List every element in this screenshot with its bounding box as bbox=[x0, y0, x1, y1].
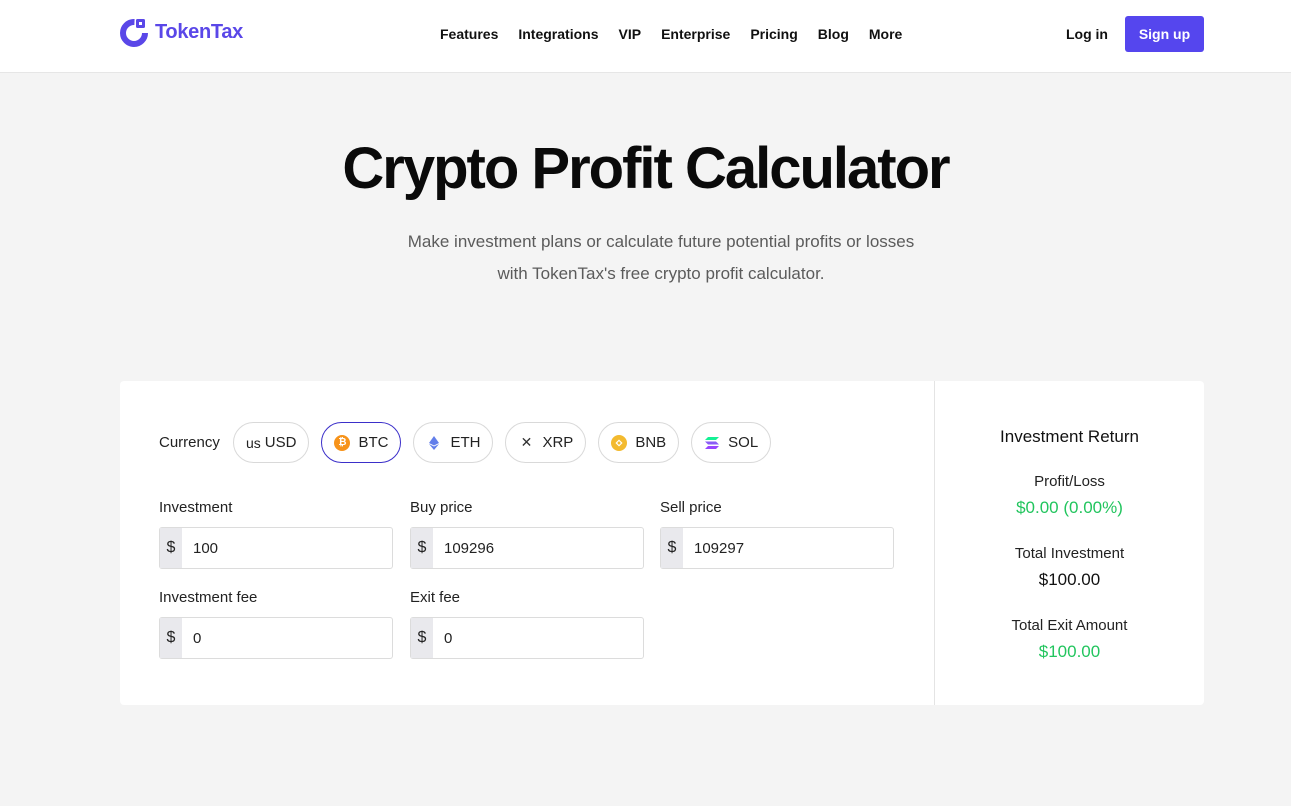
nav-features[interactable]: Features bbox=[440, 26, 498, 42]
currency-chip-eth[interactable]: ETH bbox=[413, 422, 494, 463]
tokentax-logo-icon bbox=[120, 17, 150, 47]
nav-integrations[interactable]: Integrations bbox=[518, 26, 598, 42]
login-link[interactable]: Log in bbox=[1066, 26, 1108, 42]
sell-price-label: Sell price bbox=[660, 499, 722, 516]
total-investment-label: Total Investment bbox=[1014, 545, 1125, 562]
currency-chip-bnb[interactable]: BNB bbox=[598, 422, 680, 463]
investment-field: $ bbox=[159, 527, 393, 569]
main-nav: Features Integrations VIP Enterprise Pri… bbox=[440, 26, 902, 42]
xrp-icon: ✕ bbox=[520, 434, 533, 450]
exit-fee-label: Exit fee bbox=[410, 589, 461, 606]
nav-pricing[interactable]: Pricing bbox=[750, 26, 797, 42]
profit-calculator-card: Currency us USD ₿ BTC ETH ✕ XRP BNB SOL … bbox=[120, 381, 1204, 705]
currency-chip-label: SOL bbox=[728, 434, 759, 451]
exit-fee-field: $ bbox=[410, 617, 644, 659]
investment-label: Investment bbox=[159, 499, 233, 516]
sell-price-field: $ bbox=[660, 527, 894, 569]
investment-return-panel: Investment Return Profit/Loss $0.00 (0.0… bbox=[935, 381, 1204, 705]
currency-chip-label: USD bbox=[264, 434, 297, 451]
currency-chip-xrp[interactable]: ✕ XRP bbox=[505, 422, 587, 463]
brand-name: TokenTax bbox=[155, 20, 243, 43]
buy-price-label: Buy price bbox=[410, 499, 473, 516]
investment-fee-field: $ bbox=[159, 617, 393, 659]
currency-chip-label: XRP bbox=[542, 434, 574, 451]
dollar-prefix: $ bbox=[160, 618, 182, 658]
currency-chip-usd[interactable]: us USD bbox=[233, 422, 310, 463]
nav-more[interactable]: More bbox=[869, 26, 902, 42]
investment-fee-label: Investment fee bbox=[159, 589, 258, 606]
investment-return-title: Investment Return bbox=[1000, 427, 1139, 446]
profit-loss-value: $0.00 (0.00%) bbox=[1016, 498, 1123, 517]
exit-fee-input[interactable] bbox=[433, 618, 643, 658]
currency-chip-sol[interactable]: SOL bbox=[691, 422, 772, 463]
signup-button[interactable]: Sign up bbox=[1125, 16, 1204, 52]
currency-chip-label: BTC bbox=[358, 434, 389, 451]
buy-price-input[interactable] bbox=[433, 528, 643, 568]
bnb-icon bbox=[611, 434, 628, 451]
dollar-prefix: $ bbox=[411, 528, 433, 568]
page-title: Crypto Profit Calculator bbox=[342, 136, 950, 201]
total-investment-value: $100.00 bbox=[1038, 570, 1101, 589]
currency-chip-label: BNB bbox=[635, 434, 667, 451]
usd-flag-icon: us bbox=[246, 434, 261, 451]
top-navbar: TokenTax Features Integrations VIP Enter… bbox=[0, 0, 1291, 73]
investment-input[interactable] bbox=[182, 528, 392, 568]
tokentax-logo[interactable]: TokenTax bbox=[120, 17, 243, 47]
dollar-prefix: $ bbox=[160, 528, 182, 568]
currency-chip-label: ETH bbox=[450, 434, 481, 451]
nav-enterprise[interactable]: Enterprise bbox=[661, 26, 730, 42]
nav-vip[interactable]: VIP bbox=[618, 26, 641, 42]
bitcoin-icon: ₿ bbox=[334, 434, 351, 451]
profit-loss-label: Profit/Loss bbox=[1034, 473, 1105, 490]
dollar-prefix: $ bbox=[411, 618, 433, 658]
solana-icon bbox=[704, 435, 720, 451]
investment-fee-input[interactable] bbox=[182, 618, 392, 658]
sell-price-input[interactable] bbox=[683, 528, 893, 568]
total-exit-amount-value: $100.00 bbox=[1038, 642, 1101, 661]
dollar-prefix: $ bbox=[661, 528, 683, 568]
currency-chip-btc[interactable]: ₿ BTC bbox=[321, 422, 402, 463]
page-subtitle: Make investment plans or calculate futur… bbox=[407, 232, 915, 283]
calculator-inputs: Currency us USD ₿ BTC ETH ✕ XRP BNB SOL … bbox=[120, 381, 934, 705]
currency-label: Currency bbox=[159, 434, 220, 451]
ethereum-icon bbox=[426, 435, 442, 451]
currency-selector: us USD ₿ BTC ETH ✕ XRP BNB SOL bbox=[233, 422, 772, 463]
total-exit-amount-label: Total Exit Amount bbox=[1011, 617, 1128, 634]
nav-blog[interactable]: Blog bbox=[818, 26, 849, 42]
buy-price-field: $ bbox=[410, 527, 644, 569]
